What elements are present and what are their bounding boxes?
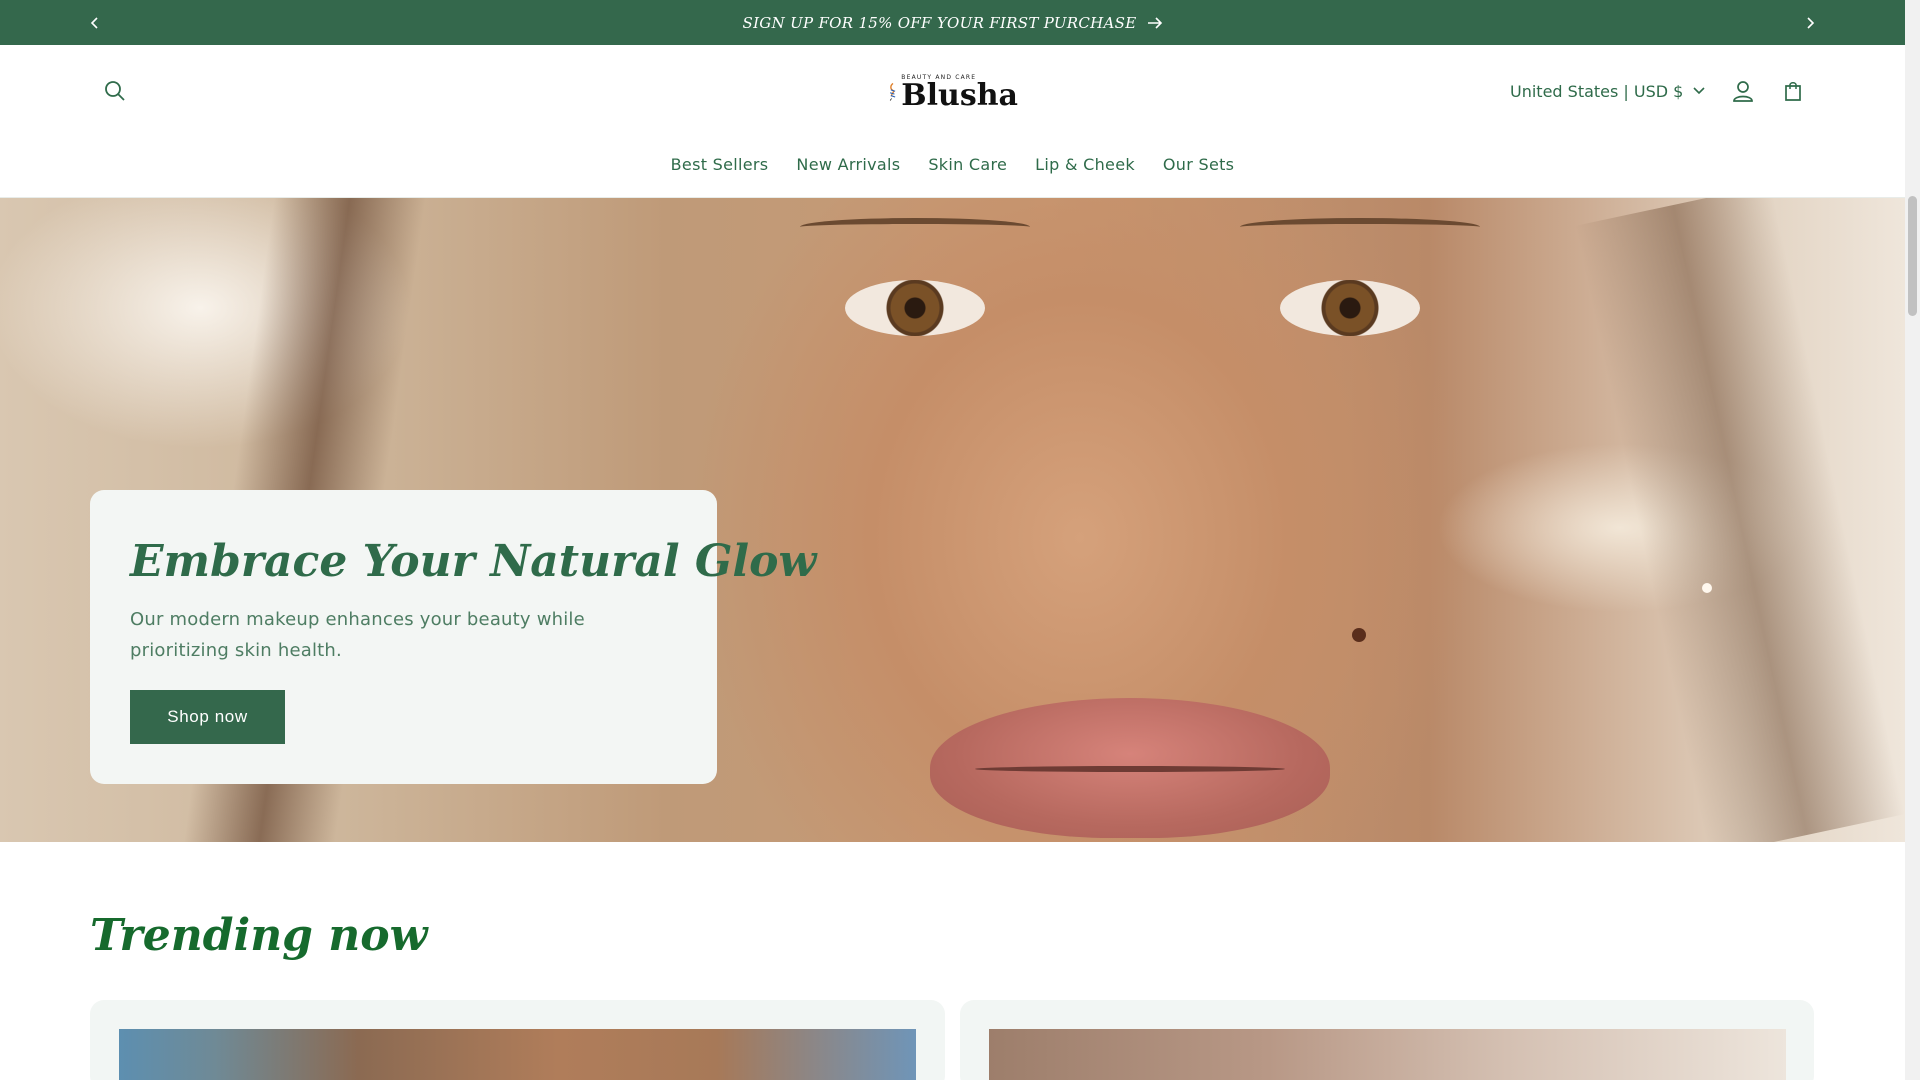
country-currency-selector[interactable]: United States | USD $: [1510, 78, 1705, 104]
main-navigation: Best Sellers New Arrivals Skin Care Lip …: [0, 155, 1905, 174]
scrollbar-thumb[interactable]: [1908, 196, 1917, 316]
nav-item-lip-cheek[interactable]: Lip & Cheek: [1021, 155, 1149, 174]
user-icon: [1733, 81, 1753, 102]
search-icon: [105, 81, 125, 101]
page-scrollbar[interactable]: [1905, 0, 1920, 1080]
announcement-prev-button[interactable]: [75, 0, 115, 45]
cart-icon: [1785, 82, 1801, 101]
nav-item-skin-care[interactable]: Skin Care: [914, 155, 1021, 174]
product-image: [119, 1029, 916, 1080]
hero-title: Embrace Your Natural Glow: [130, 536, 817, 587]
brand-logo[interactable]: BEAUTY AND CARE Blusha: [888, 63, 1018, 121]
account-button[interactable]: [1721, 69, 1765, 113]
hero-content-card: Embrace Your Natural Glow Our modern mak…: [90, 490, 817, 784]
search-button[interactable]: [93, 69, 137, 113]
trending-heading: Trending now: [90, 910, 428, 961]
logo-name: Blusha: [901, 77, 1018, 113]
logo-mark-icon: [889, 82, 896, 101]
nav-item-our-sets[interactable]: Our Sets: [1149, 155, 1248, 174]
announcement-link[interactable]: SIGN UP FOR 15% OFF YOUR FIRST PURCHASE: [743, 14, 1163, 32]
nav-item-new-arrivals[interactable]: New Arrivals: [782, 155, 914, 174]
logo-wordmark: BEAUTY AND CARE Blusha: [901, 74, 1018, 111]
shop-now-button[interactable]: Shop now: [130, 690, 285, 744]
hero-banner: Embrace Your Natural Glow Our modern mak…: [0, 198, 1905, 842]
chevron-left-icon: [90, 16, 98, 29]
announcement-next-button[interactable]: [1790, 0, 1830, 45]
chevron-down-icon: [1693, 87, 1705, 95]
product-image: [989, 1029, 1786, 1080]
announcement-text: SIGN UP FOR 15% OFF YOUR FIRST PURCHASE: [742, 13, 1137, 32]
arrow-right-icon: [1147, 16, 1162, 29]
cart-button[interactable]: [1771, 69, 1815, 113]
site-header: BEAUTY AND CARE Blusha United States | U…: [0, 45, 1905, 198]
product-card[interactable]: [90, 1000, 945, 1080]
chevron-right-icon: [1807, 16, 1815, 29]
nav-item-best-sellers[interactable]: Best Sellers: [657, 155, 783, 174]
announcement-bar: SIGN UP FOR 15% OFF YOUR FIRST PURCHASE: [0, 0, 1905, 45]
hero-subtitle: Our modern makeup enhances your beauty w…: [130, 609, 585, 661]
product-card[interactable]: [960, 1000, 1814, 1080]
currency-label: United States | USD $: [1510, 81, 1684, 101]
